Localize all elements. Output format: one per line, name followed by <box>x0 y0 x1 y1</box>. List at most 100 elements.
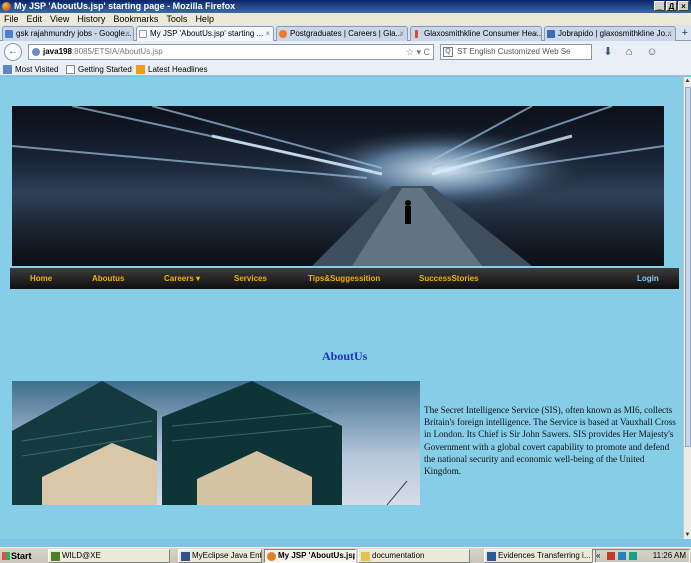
tab-label: gsk rajahmundry jobs - Google... <box>16 29 132 38</box>
task-evidences[interactable]: Evidences Transferring i... <box>484 549 596 563</box>
page-title: AboutUs <box>322 349 368 363</box>
start-label: Start <box>11 551 32 561</box>
close-button[interactable]: × <box>678 1 689 11</box>
bookmark-label: Latest Headlines <box>148 65 208 74</box>
firefox-icon <box>2 2 11 11</box>
nav-careers[interactable]: Careers ▾ <box>164 268 200 289</box>
bookmarks-toolbar: Most Visited Getting Started Latest Head… <box>0 63 691 76</box>
tab-postgraduates[interactable]: Postgraduates | Careers | Gla... × <box>276 26 408 41</box>
clock: 11:26 AM <box>652 551 686 560</box>
menu-file[interactable]: File <box>4 13 19 25</box>
task-documentation[interactable]: documentation <box>358 549 470 563</box>
tab-jobrapido[interactable]: Jobrapido | glaxosmithkline Jo... × <box>544 26 676 41</box>
window-title: My JSP 'AboutUs.jsp' starting page - Moz… <box>14 1 236 11</box>
tab-aboutus-jsp[interactable]: My JSP 'AboutUs.jsp' starting ... × <box>136 26 274 41</box>
scroll-thumb[interactable] <box>685 87 691 447</box>
page-scrollbar[interactable]: ▲ ▼ <box>683 77 691 539</box>
about-paragraph: The Secret Intelligence Service (SIS), o… <box>424 405 676 477</box>
nav-login[interactable]: Login <box>637 268 659 289</box>
bookmark-flag-icon <box>415 30 418 38</box>
task-wild-xe[interactable]: WILD@XE <box>48 549 170 563</box>
window-titlebar: My JSP 'AboutUs.jsp' starting page - Moz… <box>0 0 691 13</box>
site-navigation: Home Aboutus Careers ▾ Services Tips&Sug… <box>10 268 679 289</box>
tab-label: Glaxosmithkline Consumer Hea... <box>424 29 542 38</box>
nav-aboutus[interactable]: Aboutus <box>92 268 124 289</box>
window-controls: _ Д × <box>654 1 689 11</box>
search-bar[interactable]: Q ST English Customized Web Se <box>440 44 592 60</box>
scroll-down-icon[interactable]: ▼ <box>684 531 691 539</box>
tab-close-icon[interactable]: × <box>125 27 130 41</box>
task-label: Evidences Transferring i... <box>498 551 591 560</box>
tab-close-icon[interactable]: × <box>265 27 270 41</box>
header-banner-image <box>12 106 664 266</box>
address-bar[interactable]: java198:8085/ETSIA/AboutUs.jsp ☆ ▾ C <box>28 44 434 60</box>
search-engine-icon[interactable]: Q <box>443 47 453 57</box>
search-placeholder: ST English Customized Web Se <box>457 47 571 56</box>
home-icon[interactable]: ⌂ <box>622 45 636 59</box>
bookmark-most-visited[interactable]: Most Visited <box>3 63 58 76</box>
word-icon <box>487 552 496 561</box>
gsk-icon <box>279 30 287 38</box>
task-firefox-aboutus[interactable]: My JSP 'AboutUs.jsp' ... <box>264 549 356 563</box>
tab-close-icon[interactable]: × <box>667 27 672 41</box>
tab-label: Postgraduates | Careers | Gla... <box>290 29 403 38</box>
menu-bar: File Edit View History Bookmarks Tools H… <box>0 13 691 25</box>
menu-help[interactable]: Help <box>195 13 214 25</box>
tab-bar: gsk rajahmundry jobs - Google... × My JS… <box>0 25 691 41</box>
bookmark-label: Most Visited <box>15 65 59 74</box>
restore-button[interactable]: Д <box>666 1 677 11</box>
tray-expand-icon[interactable]: « <box>596 550 600 562</box>
tab-label: Jobrapido | glaxosmithkline Jo... <box>558 29 672 38</box>
minimize-button[interactable]: _ <box>654 1 665 11</box>
building-photo <box>12 381 420 505</box>
site-identity-icon[interactable] <box>32 48 40 56</box>
download-icon[interactable]: ⬇ <box>601 45 615 59</box>
rss-icon <box>136 65 145 74</box>
building-illustration <box>12 381 408 505</box>
tunnel-illustration <box>12 106 664 266</box>
system-tray: « 11:26 AM <box>592 549 690 563</box>
app-icon <box>51 552 60 561</box>
navigation-toolbar: ← java198:8085/ETSIA/AboutUs.jsp ☆ ▾ C Q… <box>0 41 691 63</box>
new-tab-button[interactable]: + <box>682 26 688 40</box>
scroll-up-icon[interactable]: ▲ <box>684 77 691 85</box>
page-icon <box>66 65 75 74</box>
nav-home[interactable]: Home <box>30 268 52 289</box>
jobrapido-icon <box>547 30 555 38</box>
task-label: MyEclipse Java Enterpris... <box>192 551 262 560</box>
eclipse-icon <box>181 552 190 561</box>
addon-icon[interactable]: ☺ <box>645 45 659 59</box>
menu-history[interactable]: History <box>77 13 105 25</box>
menu-tools[interactable]: Tools <box>166 13 187 25</box>
menu-view[interactable]: View <box>50 13 69 25</box>
tab-label: My JSP 'AboutUs.jsp' starting ... <box>150 29 264 38</box>
antivirus-icon[interactable] <box>607 552 615 560</box>
nav-services[interactable]: Services <box>234 268 267 289</box>
task-label: documentation <box>372 551 425 560</box>
tab-glaxosmithkline[interactable]: Glaxosmithkline Consumer Hea... × <box>410 26 542 41</box>
tab-close-icon[interactable]: × <box>533 27 538 41</box>
menu-edit[interactable]: Edit <box>27 13 43 25</box>
tab-close-icon[interactable]: × <box>399 27 404 41</box>
back-button[interactable]: ← <box>4 43 22 61</box>
bookmark-getting-started[interactable]: Getting Started <box>66 63 132 76</box>
tab-gsk-jobs[interactable]: gsk rajahmundry jobs - Google... × <box>2 26 134 41</box>
network-icon[interactable] <box>618 552 626 560</box>
task-myeclipse[interactable]: MyEclipse Java Enterpris... <box>178 549 262 563</box>
menu-bookmarks[interactable]: Bookmarks <box>113 13 158 25</box>
url-actions-icons[interactable]: ☆ ▾ C <box>406 45 430 59</box>
bookmark-latest-headlines[interactable]: Latest Headlines <box>136 63 208 76</box>
start-button[interactable]: Start <box>1 549 39 563</box>
page-viewport: Home Aboutus Careers ▾ Services Tips&Sug… <box>0 77 683 539</box>
bookmark-label: Getting Started <box>78 65 132 74</box>
folder-icon <box>361 552 370 561</box>
page-icon <box>139 30 147 38</box>
nav-tips-suggestion[interactable]: Tips&Suggessition <box>308 268 380 289</box>
nav-success-stories[interactable]: SuccessStories <box>419 268 479 289</box>
google-icon <box>5 30 13 38</box>
windows-logo-icon <box>2 552 10 560</box>
url-host: java198 <box>43 47 72 56</box>
volume-icon[interactable] <box>629 552 637 560</box>
windows-taskbar: Start WILD@XE MyEclipse Java Enterpris..… <box>0 547 691 563</box>
url-path: :8085/ETSIA/AboutUs.jsp <box>71 47 163 56</box>
